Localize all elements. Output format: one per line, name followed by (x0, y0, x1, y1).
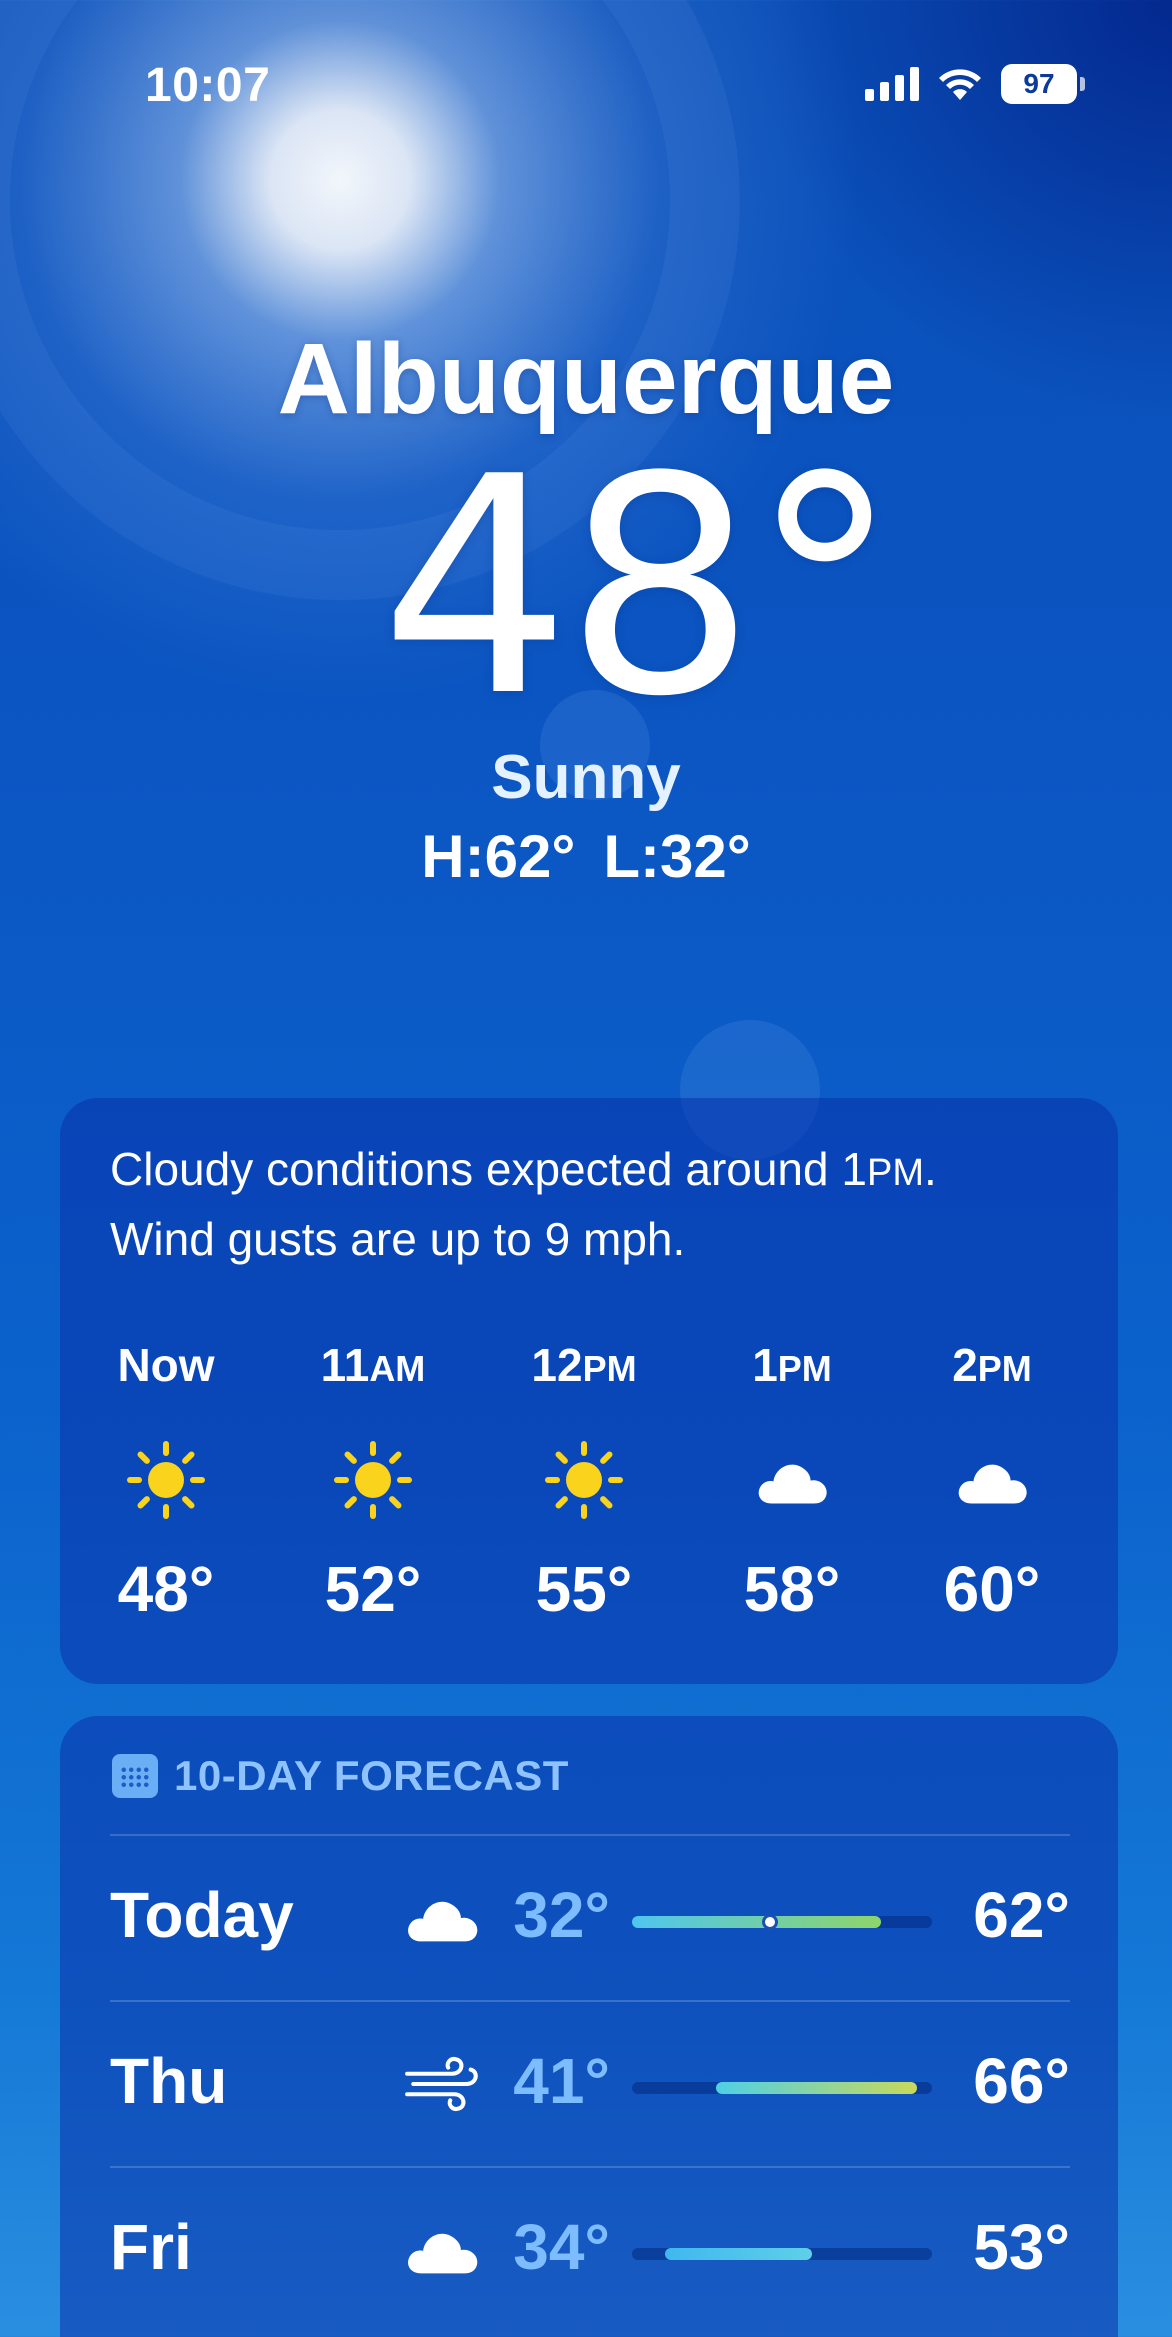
forecast-low: 32° (513, 1879, 610, 1951)
hour-item: 1PM 58° (692, 1338, 892, 1626)
low-temperature: L:32° (603, 823, 751, 890)
temperature-range-bar (632, 2248, 932, 2260)
temperature-range-fill (716, 2082, 917, 2094)
hour-label-text: 1 (752, 1339, 778, 1391)
forecast-low: 41° (513, 2045, 610, 2117)
sun-icon (273, 1438, 473, 1522)
current-temp-marker (762, 1914, 778, 1930)
cloud-icon (892, 1438, 1092, 1522)
forecast-row[interactable]: Thu 41° 66° (110, 2002, 1070, 2166)
status-icons: 97 (865, 64, 1085, 104)
hour-temperature: 60° (943, 1553, 1041, 1625)
high-temperature: H:62° (421, 823, 576, 890)
hour-item: 2PM 60° (892, 1338, 1092, 1626)
hourly-forecast-card[interactable]: Cloudy conditions expected around 1PM. W… (60, 1098, 1118, 1684)
hour-temperature: 48° (117, 1553, 215, 1625)
summary-text-line2: Wind gusts are up to 9 mph. (110, 1213, 686, 1265)
hour-item: Now 48° (66, 1338, 266, 1626)
battery-icon: 97 (1001, 64, 1085, 104)
forecast-high: 53° (973, 2211, 1070, 2283)
temperature-range-bar (632, 1914, 932, 1930)
temperature-range-fill (665, 2248, 812, 2260)
hour-label-text: 2 (952, 1339, 978, 1391)
forecast-header: 10-DAY FORECAST (112, 1752, 569, 1800)
temperature-range-bar (632, 2082, 932, 2094)
cloud-icon (400, 2218, 484, 2282)
current-temperature: 48° (380, 413, 900, 762)
hour-item: 11AM 52° (273, 1338, 473, 1626)
current-condition: Sunny (491, 743, 681, 812)
summary-text: Cloudy conditions expected around 1 (110, 1143, 867, 1195)
forecast-high: 66° (973, 2045, 1070, 2117)
forecast-low: 34° (513, 2211, 610, 2283)
forecast-day: Fri (110, 2211, 192, 2283)
forecast-high: 62° (973, 1879, 1070, 1951)
calendar-icon (112, 1754, 158, 1798)
hour-label: Now (66, 1338, 266, 1398)
forecast-row[interactable]: Today 32° 62° (110, 1836, 1070, 2000)
high-low: H:62° L:32° (0, 822, 1172, 891)
hour-item: 12PM 55° (484, 1338, 684, 1626)
hour-temperature: 55° (535, 1553, 633, 1625)
ten-day-forecast-card[interactable]: 10-DAY FORECAST Today 32° 62° Thu 41° 66… (60, 1716, 1118, 2337)
cloud-icon (692, 1438, 892, 1522)
cloud-icon (400, 1886, 484, 1950)
status-time: 10:07 (145, 59, 271, 112)
summary-text-period: . (923, 1143, 937, 1195)
hour-label: 2PM (892, 1338, 1092, 1398)
sun-icon (484, 1438, 684, 1522)
forecast-summary: Cloudy conditions expected around 1PM. W… (110, 1136, 1090, 1272)
forecast-day: Thu (110, 2045, 228, 2117)
temperature-range-fill (632, 1916, 881, 1928)
cellular-signal-icon (865, 67, 919, 101)
hour-label-suffix: PM (582, 1348, 637, 1389)
summary-text-suffix: PM (866, 1152, 924, 1194)
hour-temperature: 52° (324, 1553, 422, 1625)
hour-label-suffix: AM (369, 1348, 426, 1389)
forecast-row[interactable]: Fri 34° 53° (110, 2168, 1070, 2332)
hour-label-suffix: PM (777, 1348, 832, 1389)
sun-icon (66, 1438, 266, 1522)
wind-icon (400, 2052, 484, 2116)
hour-label: 12PM (484, 1338, 684, 1398)
hour-temperature: 58° (743, 1553, 841, 1625)
hour-label-text: 12 (531, 1339, 583, 1391)
hour-label-text: Now (117, 1339, 215, 1391)
hour-label-text: 11 (320, 1339, 370, 1391)
forecast-header-label: 10-DAY FORECAST (174, 1752, 569, 1799)
wifi-icon (939, 69, 981, 100)
hour-label-suffix: PM (977, 1348, 1032, 1389)
forecast-day: Today (110, 1879, 294, 1951)
hour-label: 1PM (692, 1338, 892, 1398)
hour-label: 11AM (273, 1338, 473, 1398)
